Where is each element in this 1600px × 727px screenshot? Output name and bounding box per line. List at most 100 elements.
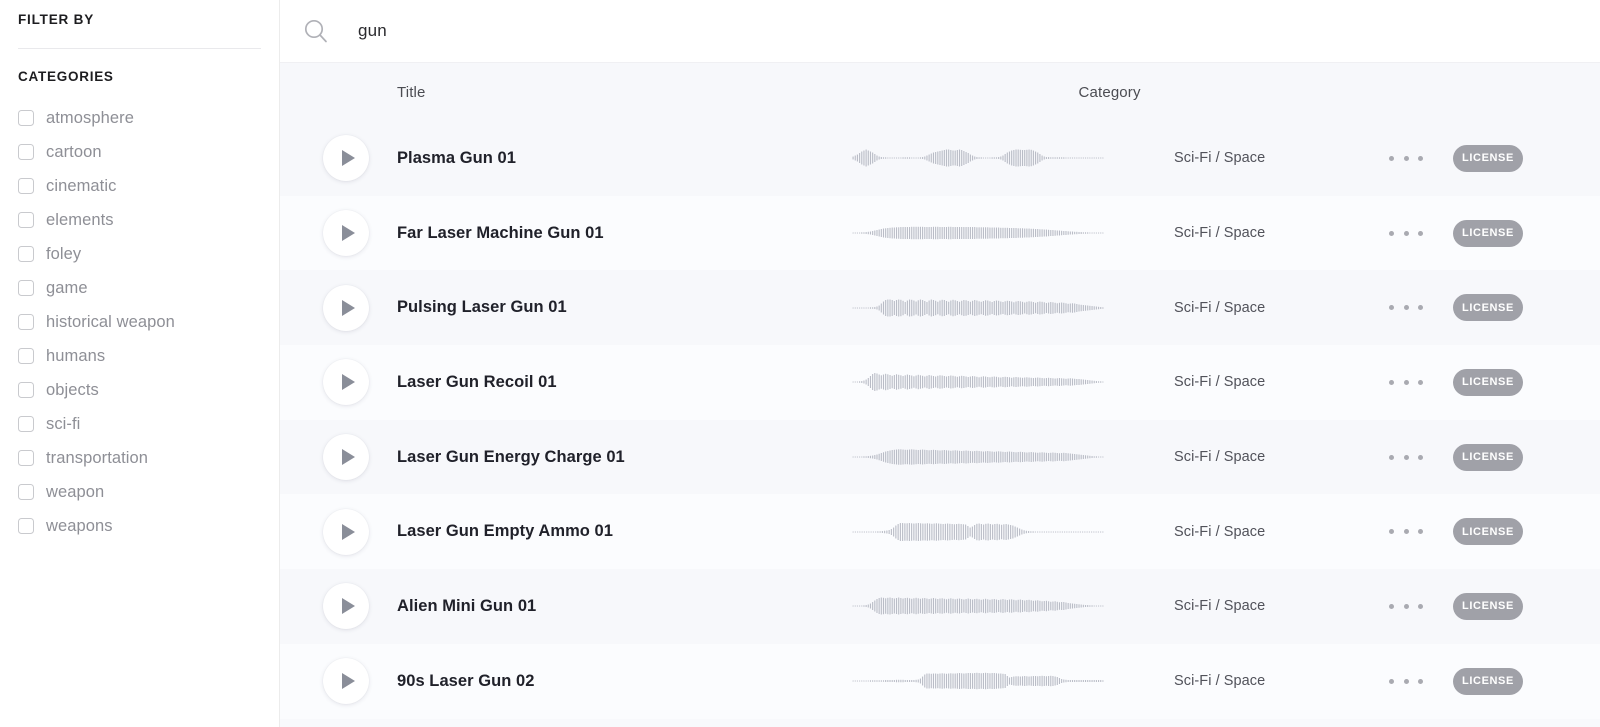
search-icon[interactable] bbox=[301, 16, 331, 46]
play-button[interactable] bbox=[323, 583, 369, 630]
category-filter-label: atmosphere bbox=[46, 108, 134, 127]
track-title: Plasma Gun 01 bbox=[397, 148, 516, 167]
play-button[interactable] bbox=[323, 508, 369, 555]
checkbox-icon[interactable] bbox=[18, 212, 34, 228]
category-filter-label: transportation bbox=[46, 448, 149, 467]
category-filter-item[interactable]: game bbox=[18, 271, 261, 305]
license-button[interactable]: LICENSE bbox=[1453, 144, 1523, 172]
category-filter-item[interactable]: cartoon bbox=[18, 135, 261, 169]
license-button[interactable]: LICENSE bbox=[1453, 219, 1523, 247]
checkbox-icon[interactable] bbox=[18, 348, 34, 364]
table-row[interactable]: Pulsing Laser Gun 01 Sci-Fi / Space LICENS… bbox=[280, 270, 1600, 346]
play-button[interactable] bbox=[323, 284, 369, 331]
waveform-preview[interactable] bbox=[852, 138, 1104, 178]
more-horizontal-icon[interactable] bbox=[1389, 379, 1423, 385]
category-filter-label: sci-fi bbox=[46, 414, 81, 433]
category-filter-item[interactable]: weapon bbox=[18, 475, 261, 509]
table-row[interactable]: Alien Mini Gun 01 Sci-Fi / Space LICENSE bbox=[280, 569, 1600, 644]
category-filter-item[interactable]: elements bbox=[18, 203, 261, 237]
play-button[interactable] bbox=[323, 359, 369, 406]
license-button[interactable]: LICENSE bbox=[1453, 368, 1523, 396]
dot bbox=[1403, 230, 1409, 236]
checkbox-icon[interactable] bbox=[18, 518, 34, 534]
table-row[interactable]: Laser Gun Recoil 01 Sci-Fi / Space LICENSE bbox=[280, 345, 1600, 420]
checkbox-icon[interactable] bbox=[18, 314, 34, 330]
more-horizontal-icon[interactable] bbox=[1389, 305, 1423, 311]
checkbox-icon[interactable] bbox=[18, 280, 34, 296]
play-icon bbox=[341, 523, 355, 540]
license-button[interactable]: LICENSE bbox=[1453, 294, 1523, 322]
category-filter-item[interactable]: weapons bbox=[18, 509, 261, 543]
license-button[interactable]: LICENSE bbox=[1453, 518, 1523, 546]
column-header-category[interactable]: Category bbox=[1079, 84, 1141, 101]
category-filter-item[interactable]: foley bbox=[18, 237, 261, 271]
more-horizontal-icon[interactable] bbox=[1389, 230, 1423, 236]
category-filter-item[interactable]: atmosphere bbox=[18, 101, 261, 135]
more-horizontal-icon[interactable] bbox=[1389, 603, 1423, 609]
checkbox-icon[interactable] bbox=[18, 246, 34, 262]
track-title: Laser Gun Energy Charge 01 bbox=[397, 447, 625, 466]
waveform-preview[interactable] bbox=[852, 437, 1104, 477]
category-filter-label: game bbox=[46, 278, 88, 297]
category-filter-item[interactable]: transportation bbox=[18, 441, 261, 475]
more-horizontal-icon[interactable] bbox=[1389, 678, 1423, 684]
category-filter-label: historical weapon bbox=[46, 312, 175, 331]
search-input[interactable] bbox=[358, 21, 858, 41]
play-icon bbox=[341, 225, 355, 242]
category-filter-item[interactable]: cinematic bbox=[18, 169, 261, 203]
waveform-preview[interactable] bbox=[852, 661, 1104, 701]
license-button[interactable]: LICENSE bbox=[1453, 667, 1523, 695]
play-button[interactable] bbox=[323, 210, 369, 257]
sidebar-divider bbox=[18, 48, 261, 49]
checkbox-icon[interactable] bbox=[18, 144, 34, 160]
app-root: FILTER BY CATEGORIES atmosphere cartoon ci… bbox=[0, 0, 1600, 727]
track-category: Sci-Fi / Space bbox=[1174, 598, 1266, 615]
checkbox-icon[interactable] bbox=[18, 178, 34, 194]
track-category: Sci-Fi / Space bbox=[1174, 523, 1266, 540]
checkbox-icon[interactable] bbox=[18, 382, 34, 398]
play-icon bbox=[341, 598, 355, 615]
category-filter-item[interactable]: objects bbox=[18, 373, 261, 407]
table-row[interactable]: Far Laser Machine Gun 01 Sci-Fi / Space LI… bbox=[280, 195, 1600, 271]
play-icon bbox=[341, 449, 355, 466]
play-button[interactable] bbox=[323, 658, 369, 705]
checkbox-icon[interactable] bbox=[18, 110, 34, 126]
table-row[interactable]: Plasma Gun 01 Sci-Fi / Space LICENSE bbox=[280, 121, 1600, 196]
dot bbox=[1389, 155, 1394, 161]
play-button[interactable] bbox=[323, 135, 369, 182]
license-button[interactable]: LICENSE bbox=[1453, 592, 1523, 620]
checkbox-icon[interactable] bbox=[18, 450, 34, 466]
play-icon bbox=[341, 150, 355, 167]
waveform-preview[interactable] bbox=[852, 362, 1104, 402]
play-icon bbox=[341, 299, 355, 316]
dot bbox=[1389, 454, 1394, 460]
table-row[interactable]: Laser Gun Empty Ammo 01 Sci-Fi / Space LIC… bbox=[280, 494, 1600, 570]
play-button[interactable] bbox=[323, 434, 369, 481]
category-filter-item[interactable]: humans bbox=[18, 339, 261, 373]
dot bbox=[1389, 379, 1394, 385]
more-horizontal-icon[interactable] bbox=[1389, 529, 1423, 535]
category-filter-label: objects bbox=[46, 380, 99, 399]
waveform-preview[interactable] bbox=[852, 586, 1104, 626]
categories-heading: CATEGORIES bbox=[18, 69, 114, 84]
results-table: Title Category Plasma Gun 01 Sci-Fi / Spa… bbox=[280, 63, 1600, 727]
category-filter-item[interactable]: sci-fi bbox=[18, 407, 261, 441]
license-button[interactable]: LICENSE bbox=[1453, 443, 1523, 471]
table-row[interactable]: Laser Gun Energy Charge 01 Sci-Fi / Space… bbox=[280, 419, 1600, 495]
waveform-preview[interactable] bbox=[852, 512, 1104, 552]
category-filter-label: humans bbox=[46, 346, 106, 365]
more-horizontal-icon[interactable] bbox=[1389, 454, 1423, 460]
track-category: Sci-Fi / Space bbox=[1174, 449, 1266, 466]
play-icon bbox=[341, 374, 355, 391]
dot bbox=[1418, 155, 1423, 161]
checkbox-icon[interactable] bbox=[18, 484, 34, 500]
category-filter-item[interactable]: historical weapon bbox=[18, 305, 261, 339]
dot bbox=[1389, 678, 1394, 684]
waveform-preview[interactable] bbox=[852, 288, 1104, 328]
checkbox-icon[interactable] bbox=[18, 416, 34, 432]
more-horizontal-icon[interactable] bbox=[1389, 155, 1423, 161]
table-row[interactable]: 90s Laser Gun 02 Sci-Fi / Space LICENSE bbox=[280, 643, 1600, 719]
column-header-title[interactable]: Title bbox=[397, 84, 426, 101]
waveform-preview[interactable] bbox=[852, 213, 1104, 253]
dot bbox=[1403, 305, 1409, 311]
